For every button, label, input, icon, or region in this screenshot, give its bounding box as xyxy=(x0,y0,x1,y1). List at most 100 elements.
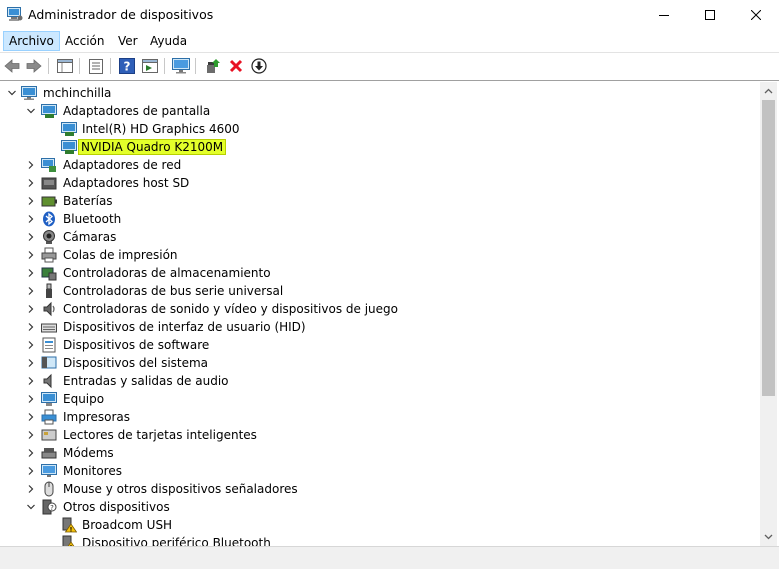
tree-item-entradas-salidas-audio[interactable]: Entradas y salidas de audio xyxy=(0,372,760,390)
title-bar: Administrador de dispositivos xyxy=(0,0,779,30)
enable-device-button[interactable] xyxy=(250,57,268,75)
close-icon xyxy=(751,10,761,20)
print-queue-icon xyxy=(41,247,57,263)
chevron-down-icon[interactable] xyxy=(26,502,36,512)
update-driver-button[interactable] xyxy=(204,57,222,75)
scroll-up-arrow-icon[interactable] xyxy=(764,87,773,96)
display-adapter-icon xyxy=(61,140,77,154)
other-devices-icon: ? xyxy=(42,499,57,515)
chevron-right-icon[interactable] xyxy=(26,448,36,458)
tree-item-dispositivo-periferico-bluetooth[interactable]: ! Dispositivo periférico Bluetooth xyxy=(0,534,760,546)
chevron-right-icon[interactable] xyxy=(26,322,36,332)
chevron-right-icon[interactable] xyxy=(26,286,36,296)
minimize-button[interactable] xyxy=(641,0,687,30)
tree-root-row[interactable]: mchinchilla xyxy=(0,84,760,102)
tree-item-label: Bluetooth xyxy=(63,212,122,226)
chevron-right-icon[interactable] xyxy=(26,268,36,278)
chevron-right-icon[interactable] xyxy=(26,358,36,368)
chevron-down-icon[interactable] xyxy=(7,88,17,98)
tree-item-adaptadores-host-sd[interactable]: Adaptadores host SD xyxy=(0,174,760,192)
menu-accion[interactable]: Acción xyxy=(60,31,109,51)
camera-icon xyxy=(43,230,55,244)
chevron-right-icon[interactable] xyxy=(26,376,36,386)
forward-icon xyxy=(26,59,42,73)
forward-button[interactable] xyxy=(25,57,43,75)
uninstall-device-button[interactable] xyxy=(227,57,245,75)
tree-item-dispositivos-del-sistema[interactable]: Dispositivos del sistema xyxy=(0,354,760,372)
tree-item-label: Dispositivos de interfaz de usuario (HID… xyxy=(63,320,306,334)
device-manager-icon xyxy=(7,7,23,21)
toolbar-separator xyxy=(48,58,49,74)
sound-icon xyxy=(43,301,55,317)
tree-item-controladoras-usb[interactable]: Controladoras de bus serie universal xyxy=(0,282,760,300)
tree-item-otros-dispositivos[interactable]: ? Otros dispositivos xyxy=(0,498,760,516)
menu-archivo[interactable]: Archivo xyxy=(3,31,60,51)
tree-item-mouse[interactable]: Mouse y otros dispositivos señaladores xyxy=(0,480,760,498)
tree-item-lectores-tarjetas[interactable]: Lectores de tarjetas inteligentes xyxy=(0,426,760,444)
chevron-right-icon[interactable] xyxy=(26,394,36,404)
tree-item-equipo[interactable]: Equipo xyxy=(0,390,760,408)
tree-item-adaptadores-de-pantalla[interactable]: Adaptadores de pantalla xyxy=(0,102,760,120)
display-adapter-icon xyxy=(41,104,57,118)
chevron-right-icon[interactable] xyxy=(26,250,36,260)
tree-item-camaras[interactable]: Cámaras xyxy=(0,228,760,246)
tree-item-impresoras[interactable]: Impresoras xyxy=(0,408,760,426)
tree-item-label-highlighted: NVIDIA Quadro K2100M xyxy=(78,139,227,155)
maximize-button[interactable] xyxy=(687,0,733,30)
chevron-right-icon[interactable] xyxy=(26,178,36,188)
menu-ayuda[interactable]: Ayuda xyxy=(145,31,192,51)
chevron-right-icon[interactable] xyxy=(26,196,36,206)
tree-item-broadcom-ush[interactable]: ! Broadcom USH xyxy=(0,516,760,534)
tree-item-baterias[interactable]: Baterías xyxy=(0,192,760,210)
sd-host-icon xyxy=(41,177,57,190)
help-button[interactable]: ? xyxy=(118,57,136,75)
action-pane-button[interactable] xyxy=(141,57,159,75)
tree-item-controladoras-de-almacenamiento[interactable]: Controladoras de almacenamiento xyxy=(0,264,760,282)
chevron-right-icon[interactable] xyxy=(26,160,36,170)
tree-item-dispositivos-hid[interactable]: Dispositivos de interfaz de usuario (HID… xyxy=(0,318,760,336)
menu-bar: Archivo Acción Ver Ayuda xyxy=(0,30,779,52)
close-button[interactable] xyxy=(733,0,779,30)
chevron-right-icon[interactable] xyxy=(26,466,36,476)
monitor-icon xyxy=(41,464,57,477)
tree-item-label: Equipo xyxy=(63,392,105,406)
scroll-down-arrow-icon[interactable] xyxy=(764,532,773,541)
chevron-right-icon[interactable] xyxy=(26,304,36,314)
tree-item-modems[interactable]: Módems xyxy=(0,444,760,462)
chevron-down-icon[interactable] xyxy=(26,106,36,116)
chevron-right-icon[interactable] xyxy=(26,232,36,242)
tree-item-intel-hd-graphics[interactable]: Intel(R) HD Graphics 4600 xyxy=(0,120,760,138)
bluetooth-icon xyxy=(43,211,55,227)
tree-item-nvidia-quadro[interactable]: NVIDIA Quadro K2100M xyxy=(0,138,760,156)
chevron-right-icon[interactable] xyxy=(26,412,36,422)
scrollbar-thumb[interactable] xyxy=(762,100,775,396)
tree-item-label: Broadcom USH xyxy=(82,518,173,532)
update-driver-icon xyxy=(207,59,220,73)
toolbar-separator xyxy=(164,58,165,74)
usb-icon xyxy=(46,283,52,298)
chevron-right-icon[interactable] xyxy=(26,214,36,224)
svg-text:?: ? xyxy=(50,504,54,512)
device-tree[interactable]: mchinchilla Adaptadores de pantalla Inte… xyxy=(0,82,760,546)
network-icon xyxy=(41,158,56,172)
tree-item-dispositivos-de-software[interactable]: Dispositivos de software xyxy=(0,336,760,354)
back-button[interactable] xyxy=(3,57,21,75)
scan-hardware-button[interactable] xyxy=(172,57,190,75)
chevron-right-icon[interactable] xyxy=(26,430,36,440)
computer-icon xyxy=(21,86,37,100)
show-hide-console-tree-button[interactable] xyxy=(56,57,74,75)
vertical-scrollbar[interactable] xyxy=(760,82,777,546)
tree-item-colas-de-impresion[interactable]: Colas de impresión xyxy=(0,246,760,264)
toolbar-separator xyxy=(79,58,80,74)
window-title: Administrador de dispositivos xyxy=(28,7,214,22)
tree-item-adaptadores-de-red[interactable]: Adaptadores de red xyxy=(0,156,760,174)
list-view-button[interactable] xyxy=(87,57,105,75)
chevron-right-icon[interactable] xyxy=(26,484,36,494)
menu-ver[interactable]: Ver xyxy=(113,31,143,51)
tree-item-bluetooth[interactable]: Bluetooth xyxy=(0,210,760,228)
tree-item-monitores[interactable]: Monitores xyxy=(0,462,760,480)
battery-icon xyxy=(41,196,57,207)
tree-item-controladoras-de-sonido[interactable]: Controladoras de sonido y vídeo y dispos… xyxy=(0,300,760,318)
tree-item-label: Dispositivos del sistema xyxy=(63,356,209,370)
chevron-right-icon[interactable] xyxy=(26,340,36,350)
